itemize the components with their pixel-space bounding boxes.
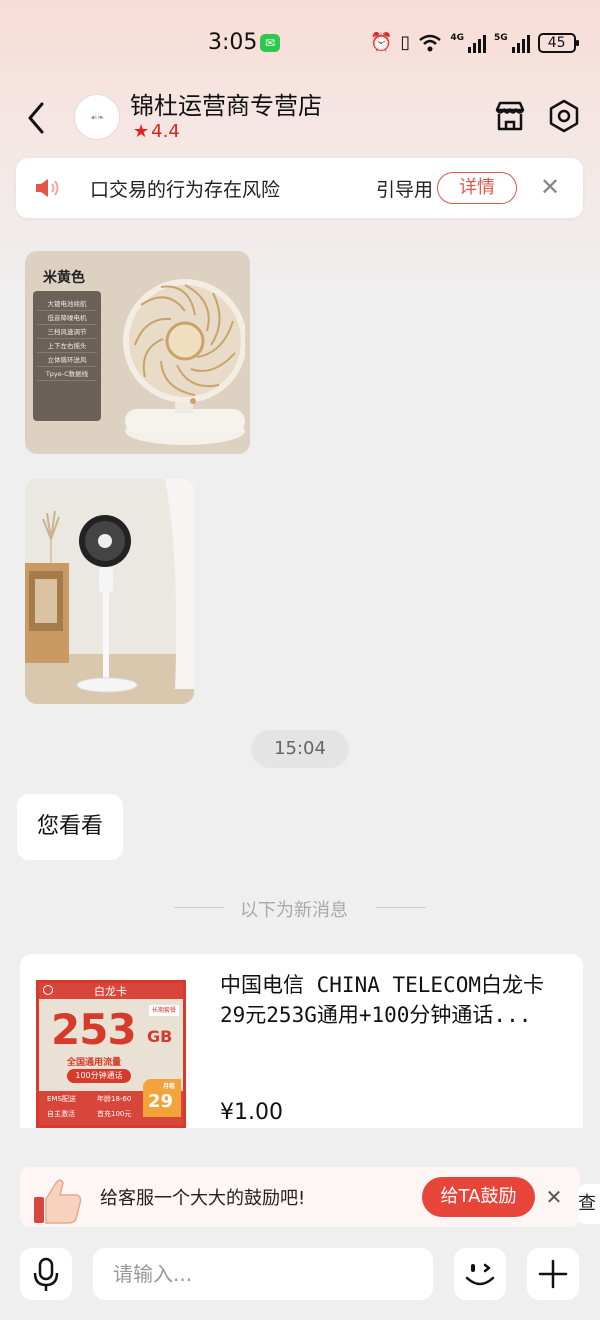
thumbnail-header: 白龙卡	[39, 983, 183, 999]
new-messages-label: 以下为新消息	[240, 900, 348, 921]
star-icon: ★	[133, 121, 150, 142]
notice-close-icon[interactable]: ✕	[538, 174, 562, 200]
time-divider: 15:04	[251, 730, 349, 768]
product-image-standing-fan[interactable]	[25, 479, 194, 704]
feature-item: 立体循环送风	[37, 353, 97, 367]
plan-tag: 长期套餐	[149, 1005, 179, 1016]
message-bubble[interactable]: 您看看	[17, 794, 123, 860]
thumbs-up-icon	[30, 1171, 86, 1227]
input-bar	[0, 1240, 600, 1320]
data-amount: 253	[51, 1005, 137, 1054]
desk-fan-illustration	[123, 279, 245, 445]
new-messages-divider: 以下为新消息	[174, 896, 426, 921]
feature-item: Tpye-C数据线	[37, 367, 97, 381]
message-input[interactable]	[93, 1248, 433, 1300]
store-rating-value: 4.4	[151, 121, 180, 142]
product-price: ¥1.00	[220, 1100, 283, 1125]
microphone-icon	[33, 1257, 59, 1291]
status-bar: 3:05 ✉ ⏰ ▯ 4G 5G 45	[0, 26, 600, 62]
side-peek-chip[interactable]: 查	[578, 1184, 600, 1224]
status-icons: ⏰ ▯ 4G 5G 45	[370, 32, 579, 53]
divider-line	[174, 907, 224, 908]
encourage-button[interactable]: 给TA鼓励	[422, 1177, 535, 1217]
feature-panel: 大镀电池续航 低音降噪电机 三档风速调节 上下左右摇头 立体循环送风 Tpye-…	[33, 291, 101, 421]
settings-button[interactable]	[546, 98, 582, 134]
battery-icon: 45	[537, 32, 579, 53]
thumb-line-1: 全国通用流量	[67, 1058, 122, 1068]
shop-button[interactable]	[492, 98, 528, 134]
speaker-icon	[34, 176, 60, 200]
wechat-notification-icon: ✉	[260, 34, 280, 52]
footer-text: 年龄18-60	[97, 1095, 132, 1103]
chat-header: ☙❧ 锦杜运营商专营店 ★ 4.4	[0, 86, 600, 150]
hexagon-settings-icon	[549, 99, 579, 133]
footer-text: 首充100元	[97, 1110, 132, 1118]
vibrate-icon: ▯	[400, 32, 411, 53]
feature-item: 上下左右摇头	[37, 339, 97, 353]
notice-text-scroll: 引导用	[376, 179, 434, 201]
color-label: 米黄色	[43, 270, 85, 286]
wink-face-icon	[465, 1263, 495, 1286]
store-avatar[interactable]: ☙❧	[74, 94, 120, 140]
storefront-icon	[495, 101, 525, 131]
more-button[interactable]	[527, 1248, 579, 1300]
data-unit: GB	[147, 1027, 173, 1046]
wifi-icon	[418, 33, 442, 53]
store-logo-icon: ☙❧	[90, 112, 104, 122]
alarm-icon: ⏰	[370, 32, 393, 53]
price-unit: 月租	[163, 1083, 176, 1090]
signal-5g-icon: 5G	[494, 33, 530, 53]
back-button[interactable]	[22, 98, 52, 138]
standing-fan-illustration	[25, 479, 194, 704]
chevron-left-icon	[28, 102, 44, 134]
monthly-price-badge: 月租 29	[143, 1079, 181, 1117]
status-time: 3:05	[208, 30, 258, 55]
plus-icon	[538, 1259, 568, 1289]
signal-4g-icon: 4G	[450, 33, 486, 53]
voice-button[interactable]	[20, 1248, 72, 1300]
encourage-banner: 给客服一个大大的鼓励吧! 给TA鼓励 ✕	[20, 1167, 580, 1227]
feature-item: 大镀电池续航	[37, 297, 97, 311]
product-thumbnail: 白龙卡 长期套餐 253 GB 全国通用流量 100分钟通话 EMS配送 自主激…	[36, 980, 186, 1128]
monthly-price: 29	[148, 1091, 174, 1112]
product-card[interactable]: 白龙卡 长期套餐 253 GB 全国通用流量 100分钟通话 EMS配送 自主激…	[20, 954, 583, 1128]
notice-text: ⼝交易的行为存在风险	[90, 179, 281, 201]
store-rating: ★ 4.4	[133, 121, 180, 142]
feature-item: 低音降噪电机	[37, 311, 97, 325]
thumbnail-footer: EMS配送 自主激活 年龄18-60 首充100元 月租 29	[39, 1079, 183, 1125]
notice-detail-button[interactable]: 详情	[437, 172, 517, 204]
thumb-line-2: 100分钟通话	[67, 1069, 131, 1083]
risk-notice-bar: ⼝交易的行为存在风险 引导用 详情 ✕	[16, 158, 583, 218]
product-title: 中国电信 CHINA TELECOM白龙卡29元253G通用+100分钟通话..…	[220, 973, 545, 1027]
emoji-button[interactable]	[454, 1248, 506, 1300]
telecom-logo-icon	[43, 985, 53, 995]
card-name: 白龙卡	[94, 985, 127, 998]
encourage-text: 给客服一个大大的鼓励吧!	[100, 1188, 306, 1209]
product-image-fan-beige[interactable]: 米黄色 大镀电池续航 低音降噪电机 三档风速调节 上下左右摇头 立体循环送风 T…	[25, 251, 250, 454]
feature-item: 三档风速调节	[37, 325, 97, 339]
footer-text: 自主激活	[47, 1110, 75, 1118]
divider-line	[376, 907, 426, 908]
encourage-close-icon[interactable]: ✕	[542, 1183, 566, 1211]
footer-text: EMS配送	[47, 1095, 76, 1103]
store-name[interactable]: 锦杜运营商专营店	[130, 86, 322, 121]
